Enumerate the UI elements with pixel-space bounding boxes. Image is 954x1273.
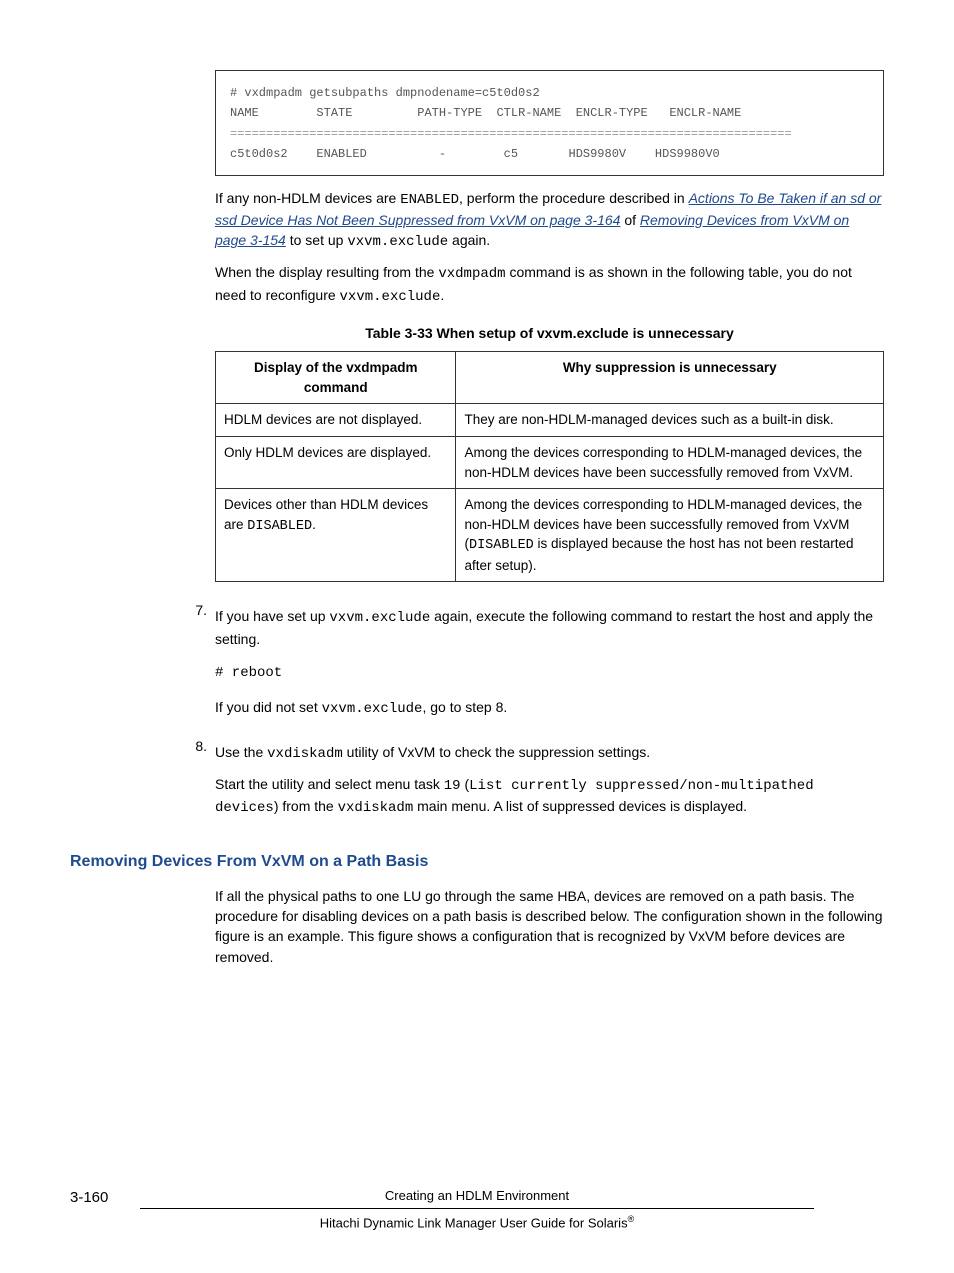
table-header-display: Display of the vxdmpadm command xyxy=(216,352,456,404)
section-body-paragraph: If all the physical paths to one LU go t… xyxy=(215,886,884,967)
step-8: 8. Use the vxdiskadm utility of VxVM to … xyxy=(215,736,884,829)
table-row: HDLM devices are not displayed. They are… xyxy=(216,404,884,437)
reboot-command: # reboot xyxy=(215,663,884,683)
table-row: Devices other than HDLM devices are DISA… xyxy=(216,489,884,582)
paragraph-vxdmpadm-note: When the display resulting from the vxdm… xyxy=(215,262,884,307)
terminal-output: # vxdmpadm getsubpaths dmpnodename=c5t0d… xyxy=(215,70,884,176)
table-row: Only HDLM devices are displayed. Among t… xyxy=(216,437,884,489)
table-vxvm-exclude: Display of the vxdmpadm command Why supp… xyxy=(215,351,884,582)
step-number: 7. xyxy=(177,600,215,729)
page-footer: 3-160 Creating an HDLM Environment Hitac… xyxy=(70,1187,884,1233)
paragraph-enabled-note: If any non-HDLM devices are ENABLED, per… xyxy=(215,188,884,253)
table-header-why: Why suppression is unnecessary xyxy=(456,352,884,404)
table-caption: Table 3-33 When setup of vxvm.exclude is… xyxy=(215,323,884,343)
section-heading-removing-devices-path-basis: Removing Devices From VxVM on a Path Bas… xyxy=(70,850,884,873)
footer-subtitle: Hitachi Dynamic Link Manager User Guide … xyxy=(70,1213,884,1233)
footer-title: Creating an HDLM Environment xyxy=(385,1187,569,1206)
step-7: 7. If you have set up vxvm.exclude again… xyxy=(215,600,884,729)
page-number: 3-160 xyxy=(70,1187,108,1209)
terminal-cmd: # vxdmpadm getsubpaths dmpnodename=c5t0d… xyxy=(230,86,540,100)
step-number: 8. xyxy=(177,736,215,829)
